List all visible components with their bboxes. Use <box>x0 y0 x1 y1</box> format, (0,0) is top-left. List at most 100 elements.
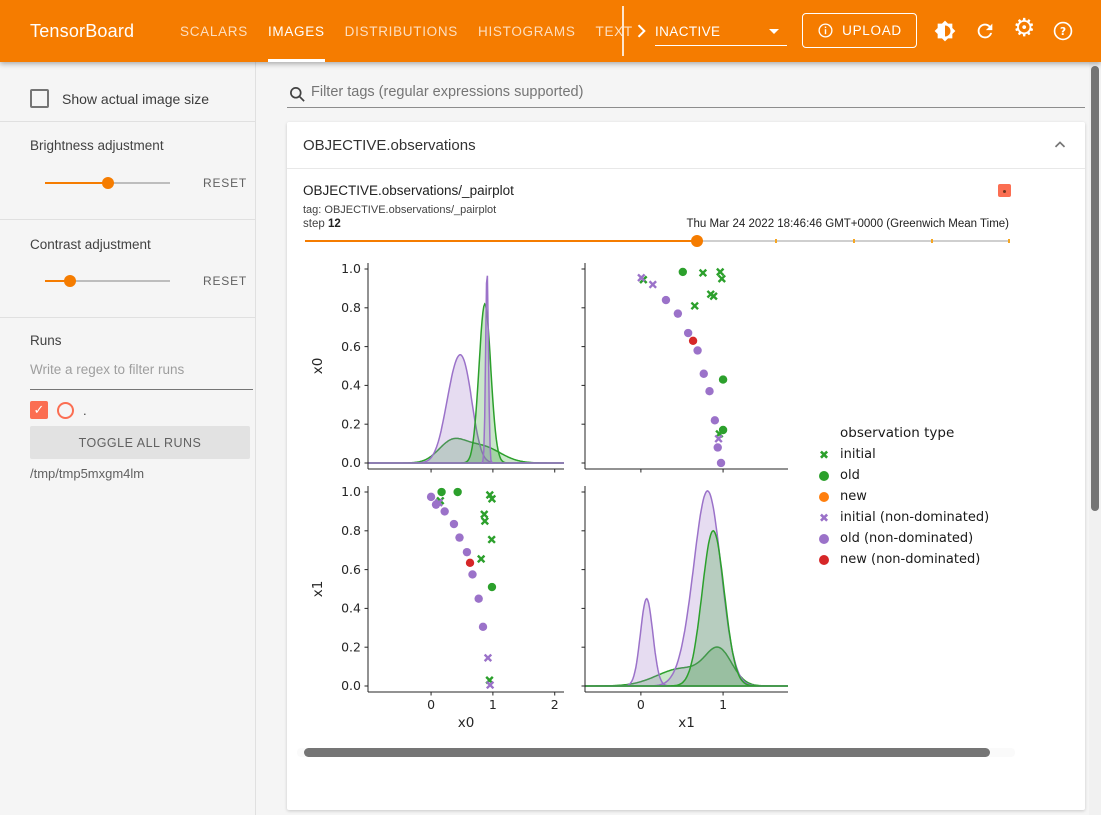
legend-label: new <box>840 489 867 504</box>
tab-distributions[interactable]: DISTRIBUTIONS <box>345 0 458 62</box>
contrast-thumb[interactable] <box>64 275 76 287</box>
runs-title: Runs <box>30 333 62 348</box>
step-slider-tick <box>931 239 933 243</box>
search-icon <box>289 86 306 103</box>
filter-tags-underline <box>287 107 1085 108</box>
svg-text:1.0: 1.0 <box>341 261 361 276</box>
tab-histograms[interactable]: HISTOGRAMS <box>478 0 576 62</box>
svg-text:1.0: 1.0 <box>341 484 361 499</box>
header-divider <box>622 6 624 56</box>
contrast-slider[interactable] <box>45 275 170 287</box>
image-title: OBJECTIVE.observations/_pairplot <box>303 183 514 198</box>
tab-scalars[interactable]: SCALARS <box>180 0 248 62</box>
run-state-value: INACTIVE <box>655 24 720 39</box>
svg-text:2: 2 <box>551 697 559 712</box>
svg-text:0.4: 0.4 <box>341 601 361 616</box>
legend-entry: new (non-dominated) <box>804 549 989 570</box>
upload-label: UPLOAD <box>842 23 902 38</box>
circle-marker-icon <box>818 534 830 544</box>
x-marker-icon: ✖ <box>818 512 830 524</box>
svg-text:0.0: 0.0 <box>341 455 361 470</box>
legend-label: old (non-dominated) <box>840 531 973 546</box>
contrast-label: Contrast adjustment <box>30 237 151 252</box>
svg-text:0.6: 0.6 <box>341 339 361 354</box>
step-timestamp: Thu Mar 24 2022 18:46:46 GMT+0000 (Green… <box>687 218 1009 230</box>
brightness-thumb[interactable] <box>102 177 114 189</box>
step-slider-fill <box>305 240 697 242</box>
tab-text[interactable]: TEXT <box>596 0 633 62</box>
tag-card-header[interactable]: OBJECTIVE.observations <box>287 122 1085 169</box>
horizontal-scrollbar[interactable] <box>297 748 1015 757</box>
svg-text:0.8: 0.8 <box>341 523 361 538</box>
app-title: TensorBoard <box>30 0 134 62</box>
image-tag-line: tag: OBJECTIVE.observations/_pairplot <box>303 204 496 216</box>
run-color-chip[interactable] <box>998 184 1011 197</box>
svg-text:0.2: 0.2 <box>341 416 361 431</box>
contrast-reset-button[interactable]: RESET <box>203 274 247 288</box>
svg-text:x1: x1 <box>678 715 695 731</box>
svg-text:x0: x0 <box>310 358 326 375</box>
svg-text:0.4: 0.4 <box>341 378 361 393</box>
legend-label: initial <box>840 447 876 462</box>
legend-label: new (non-dominated) <box>840 552 980 567</box>
toggle-all-runs-button[interactable]: TOGGLE ALL RUNS <box>30 426 250 459</box>
settings-gear-icon[interactable]: ⚙ <box>1013 19 1035 41</box>
brightness-reset-button[interactable]: RESET <box>203 176 247 190</box>
step-slider[interactable] <box>305 234 1010 248</box>
chevron-down-icon <box>769 29 779 34</box>
x-marker-icon: ✖ <box>818 449 830 461</box>
runs-filter-underline <box>30 389 253 390</box>
legend-entries: ✖ initial old new ✖ initial (non-dominated) ol… <box>804 444 989 570</box>
app-header: TensorBoard SCALARS IMAGES DISTRIBUTIONS HI… <box>0 0 1101 62</box>
run-label: . <box>83 403 87 418</box>
plot-legend: observation type ✖ initial old new ✖ initial … <box>804 422 989 570</box>
svg-text:0.8: 0.8 <box>341 300 361 315</box>
svg-text:1: 1 <box>719 697 727 712</box>
svg-text:1: 1 <box>489 697 497 712</box>
legend-entry: ✖ initial (non-dominated) <box>804 507 989 528</box>
step-slider-tick <box>1008 239 1010 243</box>
legend-entry: ✖ initial <box>804 444 989 465</box>
step-slider-tick <box>853 239 855 243</box>
filter-tags-input[interactable] <box>311 84 931 100</box>
info-icon <box>817 22 834 39</box>
legend-label: initial (non-dominated) <box>840 510 989 525</box>
show-actual-size-checkbox[interactable] <box>30 89 49 108</box>
chevron-up-icon[interactable] <box>1051 136 1069 154</box>
step-slider-thumb[interactable] <box>691 235 703 247</box>
help-icon[interactable]: ? <box>1052 20 1074 42</box>
runs-filter-input[interactable] <box>30 362 250 377</box>
log-directory-path: /tmp/tmp5mxgm4lm <box>30 466 144 481</box>
step-slider-tick <box>775 239 777 243</box>
vertical-scrollbar[interactable] <box>1089 62 1101 815</box>
vertical-scrollbar-thumb[interactable] <box>1091 66 1099 511</box>
brightness-label: Brightness adjustment <box>30 138 164 153</box>
refresh-icon[interactable] <box>974 20 996 42</box>
brightness-slider[interactable] <box>45 177 170 189</box>
horizontal-scrollbar-thumb[interactable] <box>304 748 990 757</box>
step-value: 12 <box>328 218 341 230</box>
tensorboard-app: TensorBoard SCALARS IMAGES DISTRIBUTIONS HI… <box>0 0 1101 815</box>
svg-text:0: 0 <box>427 697 435 712</box>
chevron-right-icon[interactable] <box>631 21 651 41</box>
legend-entry: old <box>804 465 989 486</box>
upload-button[interactable]: UPLOAD <box>802 13 917 48</box>
run-color-swatch[interactable] <box>57 402 74 419</box>
show-actual-size-label: Show actual image size <box>62 91 209 107</box>
tag-card: OBJECTIVE.observations OBJECTIVE.observa… <box>287 122 1085 810</box>
circle-marker-icon <box>818 492 830 502</box>
legend-title: observation type <box>840 422 989 444</box>
svg-text:0.6: 0.6 <box>341 562 361 577</box>
sidebar: Show actual image size Brightness adjust… <box>0 62 256 815</box>
circle-marker-icon <box>818 471 830 481</box>
tab-images[interactable]: IMAGES <box>268 0 325 62</box>
svg-text:0: 0 <box>637 697 645 712</box>
run-checkbox[interactable]: ✓ <box>30 401 48 419</box>
run-state-select[interactable]: INACTIVE <box>655 17 787 46</box>
svg-text:x1: x1 <box>310 581 326 598</box>
circle-marker-icon <box>818 555 830 565</box>
nav-tabs: SCALARS IMAGES DISTRIBUTIONS HISTOGRAMS TEXT <box>180 0 633 62</box>
legend-entry: old (non-dominated) <box>804 528 989 549</box>
sidebar-divider <box>0 219 255 220</box>
theme-brightness-icon[interactable] <box>934 20 956 42</box>
